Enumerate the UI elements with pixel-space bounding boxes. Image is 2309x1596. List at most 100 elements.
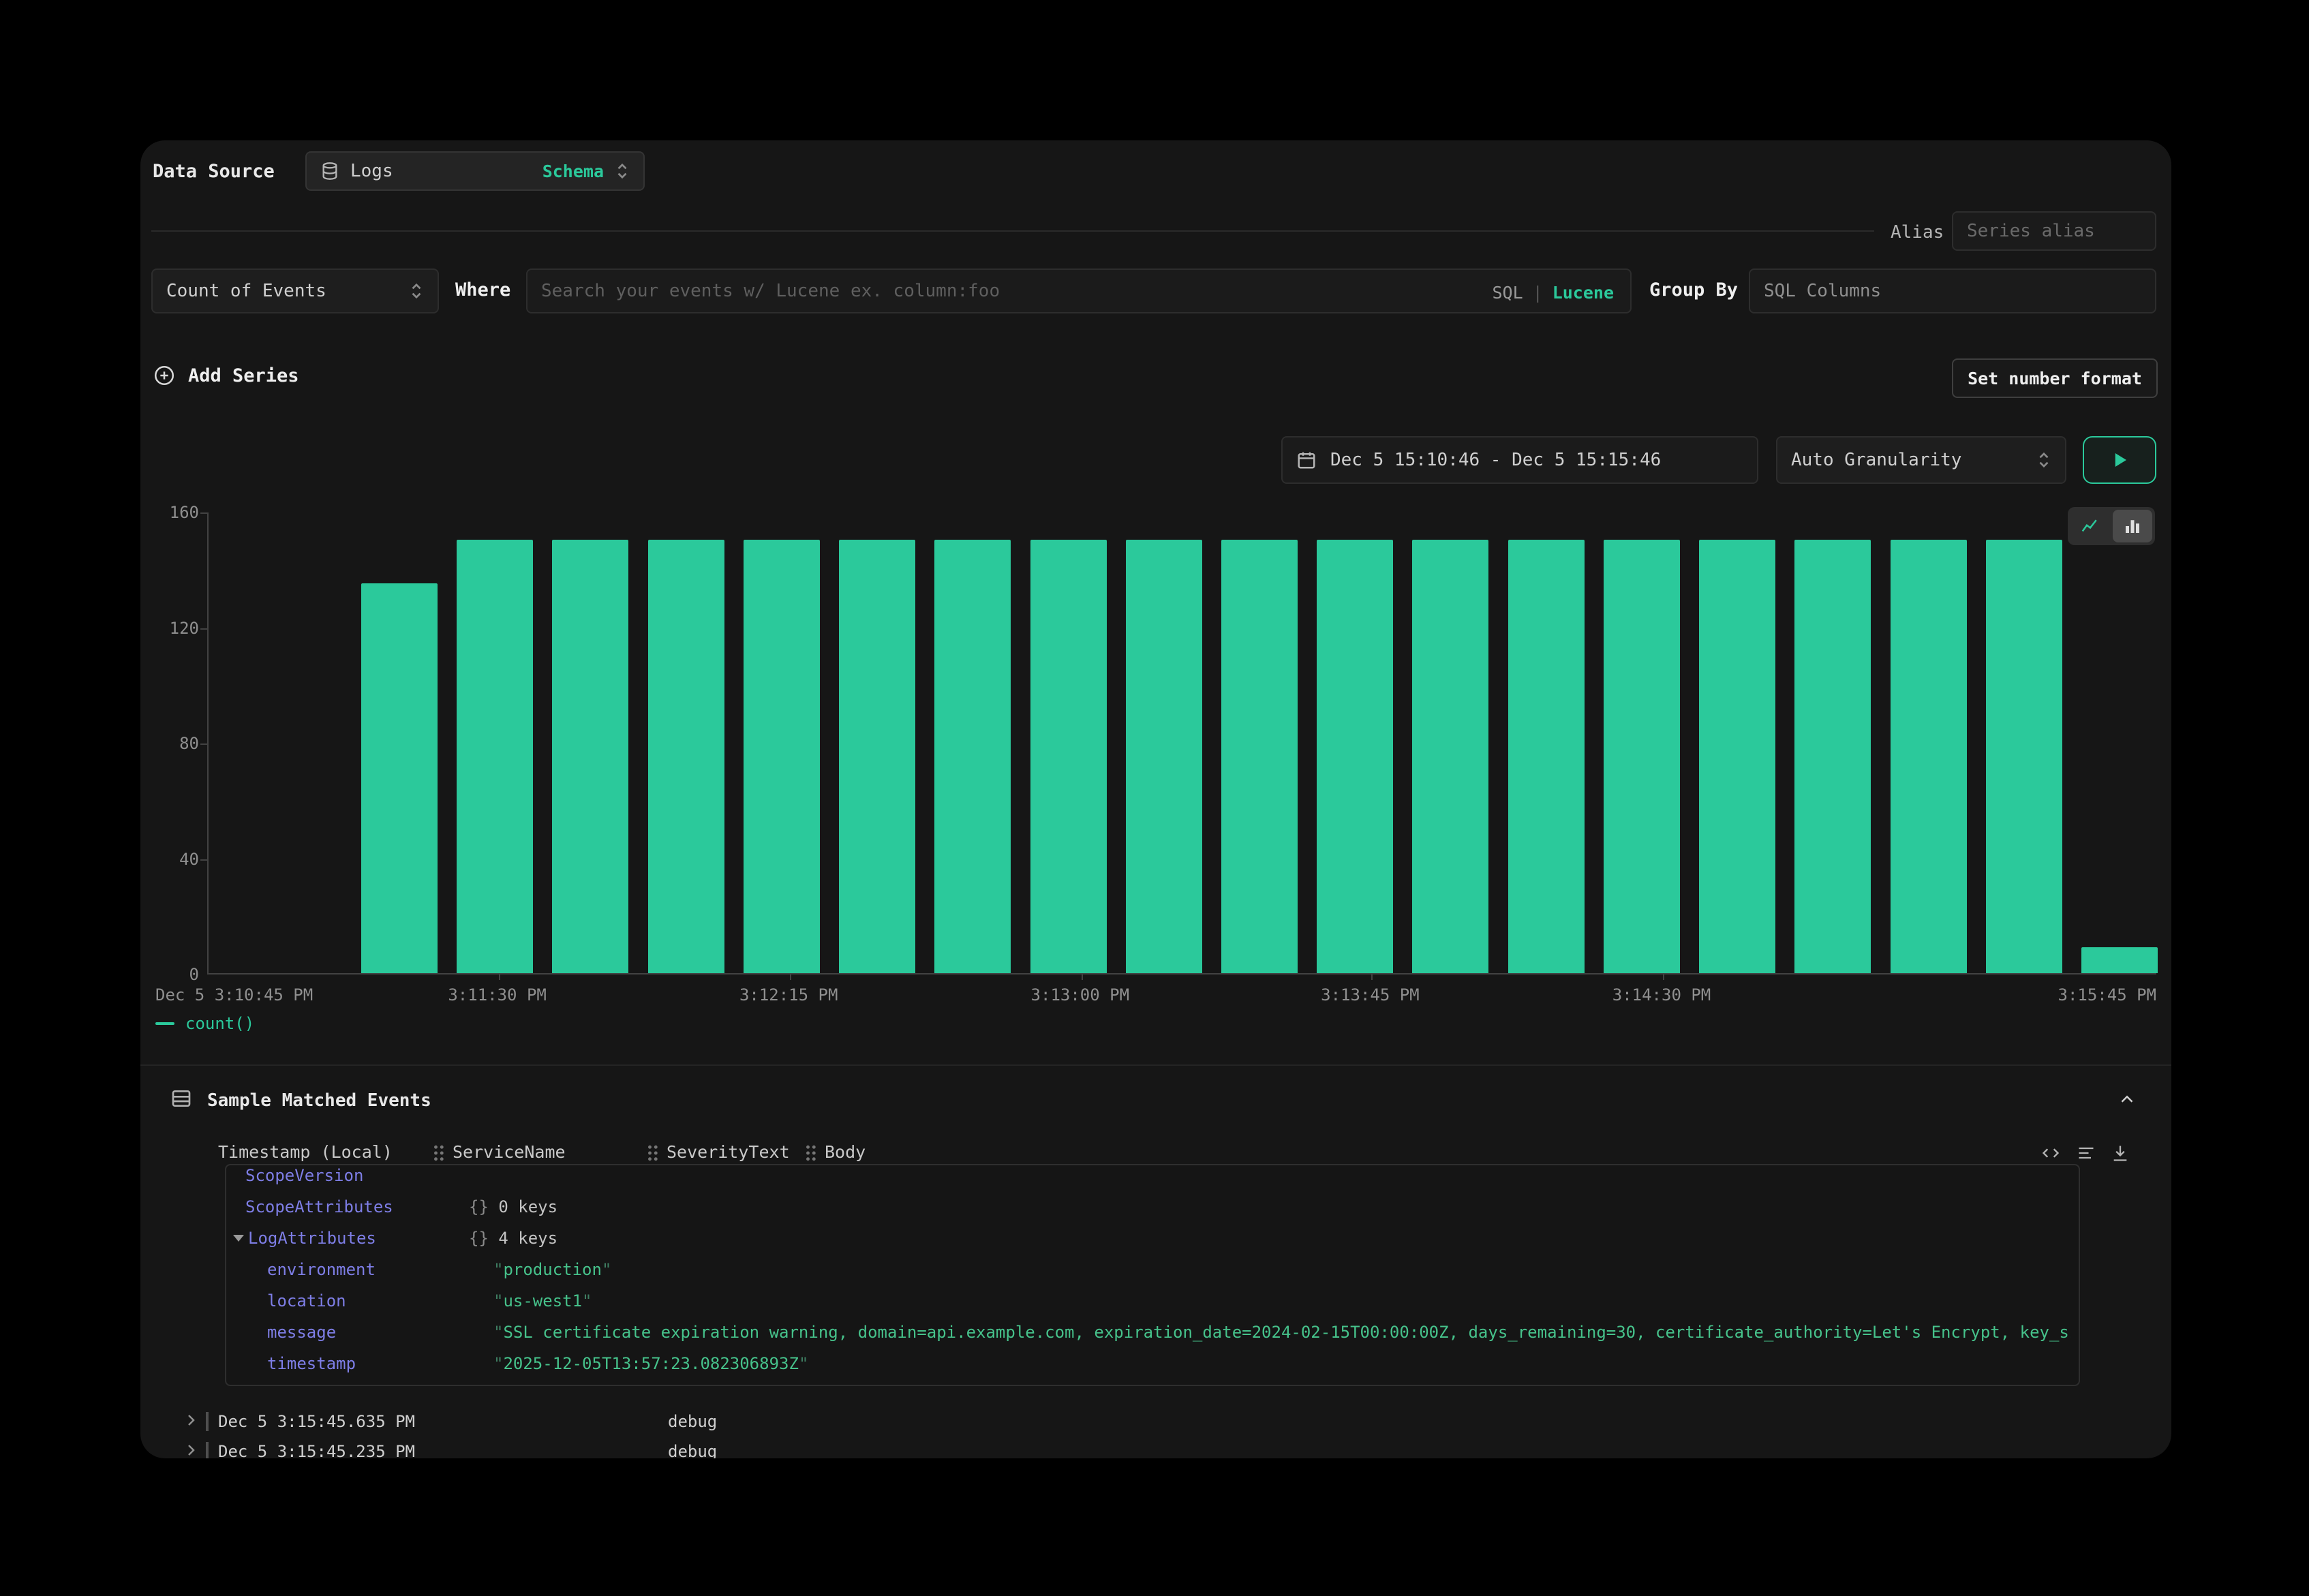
detail-attribute-row[interactable]: locationus-west1	[226, 1285, 2079, 1317]
chart-bar	[1986, 540, 2062, 973]
column-header-body[interactable]: Body	[825, 1142, 866, 1162]
chart-y-axis: 04080120160	[140, 512, 199, 975]
code-icon[interactable]	[2040, 1144, 2061, 1163]
chart-bar	[2081, 947, 2158, 973]
detail-attribute-row[interactable]: environmentproduction	[226, 1254, 2079, 1285]
database-icon	[320, 162, 339, 181]
chart-legend: count()	[155, 1014, 254, 1033]
lucene-toggle[interactable]: Lucene	[1553, 283, 1614, 303]
triangle-down-icon[interactable]	[233, 1235, 244, 1242]
add-series-label: Add Series	[188, 365, 299, 386]
x-tick-label: 3:14:30 PM	[1612, 985, 1711, 1004]
braces-icon: {}	[469, 1197, 489, 1216]
legend-label: count()	[185, 1014, 254, 1033]
series-alias-field	[1952, 211, 2156, 251]
chart-bar	[361, 583, 438, 973]
attribute-value: us-west1	[493, 1285, 2070, 1317]
chart-type-toggle	[2068, 507, 2155, 545]
event-timestamp: Dec 5 3:15:45.235 PM	[218, 1437, 415, 1458]
x-tick-label: 3:11:30 PM	[448, 985, 547, 1004]
schema-link[interactable]: Schema	[542, 162, 604, 181]
x-tick-label: 3:15:45 PM	[2058, 985, 2157, 1004]
detail-attribute-row[interactable]: ScopeVersion	[226, 1164, 2079, 1191]
chart-bar	[1126, 540, 1202, 973]
event-row[interactable]: Dec 5 3:15:45.635 PMdebug	[140, 1407, 2171, 1437]
y-tick-mark	[200, 512, 209, 514]
drag-handle-icon[interactable]	[432, 1144, 444, 1163]
event-timestamp: Dec 5 3:15:45.635 PM	[218, 1407, 415, 1437]
event-severity: debug	[668, 1437, 717, 1458]
attribute-key: timestamp	[267, 1348, 356, 1379]
detail-attribute-row[interactable]: timestamp2025-12-05T13:57:23.082306893Z	[226, 1348, 2079, 1379]
date-range-picker[interactable]: Dec 5 15:10:46 - Dec 5 15:15:46	[1281, 436, 1758, 484]
column-header-timestamp[interactable]: Timestamp (Local)	[218, 1142, 393, 1162]
where-label: Where	[455, 279, 510, 301]
row-divider	[206, 1412, 209, 1431]
detail-attribute-row[interactable]: LogAttributes{} 4 keys	[226, 1223, 2079, 1254]
attribute-value: production	[493, 1254, 2070, 1285]
attribute-key: ScopeAttributes	[245, 1191, 393, 1223]
download-icon[interactable]	[2110, 1144, 2130, 1163]
row-divider	[206, 1442, 209, 1458]
attribute-key: message	[267, 1317, 336, 1348]
chart-bar	[552, 540, 628, 973]
aggregate-select[interactable]: Count of Events	[151, 268, 439, 313]
attribute-key: LogAttributes	[248, 1223, 376, 1254]
sql-toggle[interactable]: SQL	[1492, 283, 1523, 303]
x-tick-mark	[790, 975, 791, 980]
data-source-select[interactable]: Logs Schema	[305, 151, 645, 191]
table-icon	[170, 1088, 192, 1109]
data-source-value: Logs	[350, 161, 393, 181]
legend-swatch	[155, 1022, 174, 1025]
search-field: SQL | Lucene	[526, 268, 1632, 313]
run-query-button[interactable]	[2083, 436, 2156, 484]
circle-plus-icon	[153, 364, 176, 387]
granularity-value: Auto Granularity	[1791, 450, 1961, 470]
chart-bar	[1699, 540, 1775, 973]
granularity-select[interactable]: Auto Granularity	[1776, 436, 2066, 484]
align-lines-icon[interactable]	[2076, 1144, 2096, 1163]
set-number-format-button[interactable]: Set number format	[1952, 358, 2158, 398]
detail-attribute-row[interactable]: ScopeAttributes{} 0 keys	[226, 1191, 2079, 1223]
chevron-right-icon[interactable]	[183, 1442, 199, 1458]
column-header-servicename[interactable]: ServiceName	[453, 1142, 566, 1162]
chart-bar	[839, 540, 915, 973]
column-header-severitytext[interactable]: SeverityText	[667, 1142, 790, 1162]
x-tick-label: 3:13:00 PM	[1031, 985, 1130, 1004]
x-tick-label: Dec 5 3:10:45 PM	[155, 985, 313, 1004]
chevron-up-icon[interactable]	[2117, 1089, 2137, 1109]
group-by-input[interactable]	[1764, 281, 2141, 301]
x-tick-mark	[1371, 975, 1373, 980]
group-by-label: Group By	[1649, 279, 1738, 301]
chevron-right-icon[interactable]	[183, 1412, 199, 1428]
chart-bar	[744, 540, 820, 973]
search-input[interactable]	[541, 281, 1617, 301]
chart-bar	[1317, 540, 1393, 973]
line-chart-icon[interactable]	[2070, 510, 2110, 542]
event-row[interactable]: Dec 5 3:15:45.235 PM debug	[140, 1437, 2171, 1458]
y-tick-mark	[200, 743, 209, 745]
data-source-label: Data Source	[153, 161, 275, 182]
chart-bar	[1030, 540, 1107, 973]
y-tick-label: 0	[189, 964, 199, 985]
drag-handle-icon[interactable]	[804, 1144, 816, 1163]
sample-events-title: Sample Matched Events	[207, 1090, 431, 1111]
bar-chart-icon[interactable]	[2113, 510, 2152, 542]
drag-handle-icon[interactable]	[646, 1144, 658, 1163]
x-tick-label: 3:13:45 PM	[1321, 985, 1420, 1004]
chart-bar	[1604, 540, 1680, 973]
calendar-icon	[1296, 450, 1317, 470]
detail-attribute-row[interactable]: message SSL certificate expiration warnin…	[226, 1317, 2079, 1348]
chart-explorer-panel: Data Source Logs Schema Alias Count of E…	[140, 140, 2171, 1458]
event-detail-panel: ScopeVersionScopeAttributes{} 0 keysLogA…	[225, 1164, 2080, 1386]
attribute-value: SSL certificate expiration warning, doma…	[493, 1317, 2070, 1348]
y-tick-label: 120	[170, 617, 199, 639]
series-alias-input[interactable]	[1967, 221, 2141, 241]
x-tick-label: 3:12:15 PM	[739, 985, 838, 1004]
date-range-value: Dec 5 15:10:46 - Dec 5 15:15:46	[1330, 450, 1661, 470]
aggregate-value: Count of Events	[166, 281, 326, 301]
add-series-button[interactable]: Add Series	[153, 364, 299, 387]
chart-bar	[1221, 540, 1298, 973]
y-tick-label: 40	[179, 848, 199, 870]
attribute-key: ScopeVersion	[245, 1164, 363, 1191]
